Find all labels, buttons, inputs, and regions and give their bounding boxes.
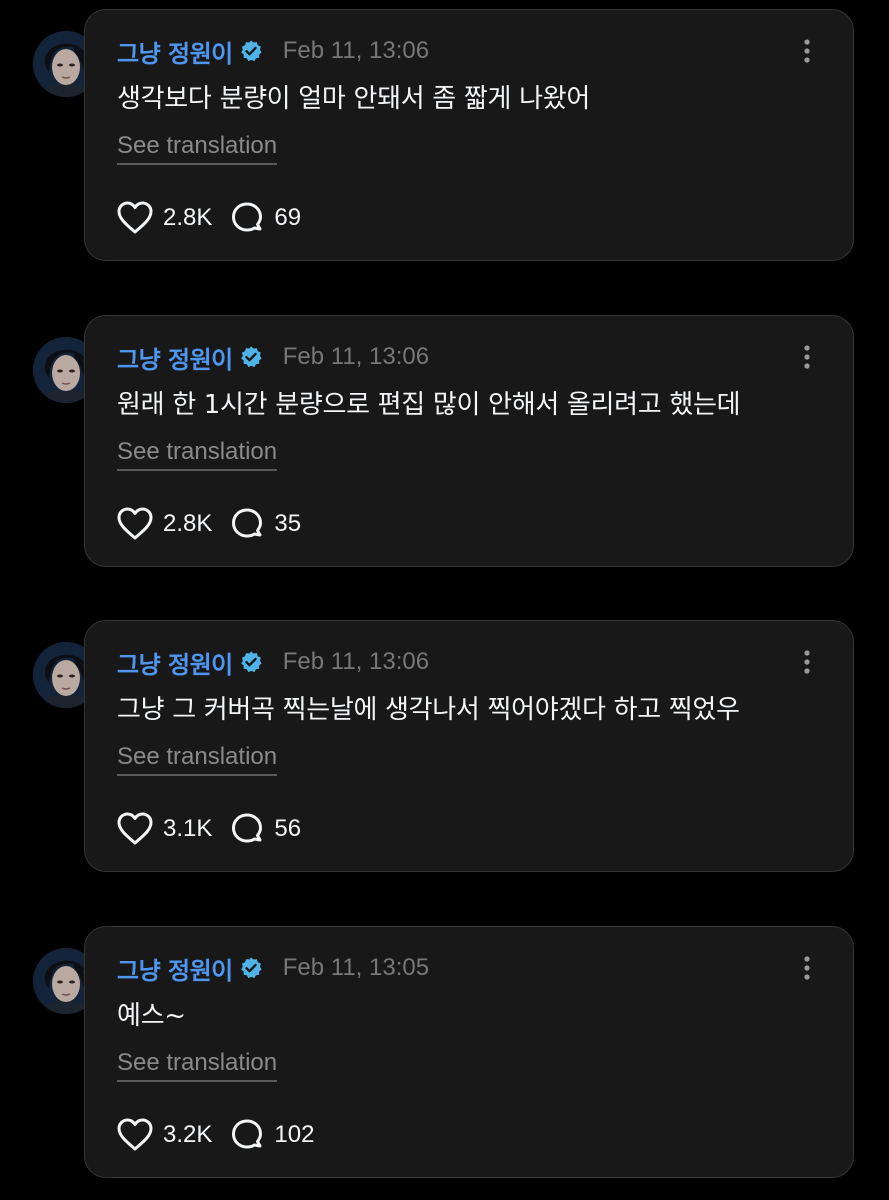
like-button[interactable]: 2.8K (117, 507, 212, 541)
like-count: 2.8K (163, 204, 213, 231)
like-button[interactable]: 2.8K (117, 201, 212, 235)
post-card[interactable]: 그냥 정원이 Feb 11, 13:06 그냥 그 커버곡 찍는날에 생각나서 … (84, 620, 854, 872)
see-translation-link[interactable]: See translation (117, 1049, 278, 1082)
post-actions: 2.8K 69 (117, 200, 301, 236)
see-translation-link[interactable]: See translation (117, 132, 278, 165)
username[interactable]: 그냥 정원이 (117, 340, 233, 375)
post-card[interactable]: 그냥 정원이 Feb 11, 13:05 예스~ See translation… (84, 926, 854, 1178)
speech-bubble-icon (232, 813, 263, 843)
post-card[interactable]: 그냥 정원이 Feb 11, 13:06 생각보다 분량이 얼마 안돼서 좀 짧… (84, 9, 854, 261)
heart-icon (117, 1118, 153, 1151)
see-translation-link[interactable]: See translation (117, 438, 278, 471)
post-timestamp: Feb 11, 13:06 (282, 343, 430, 370)
heart-icon (117, 201, 153, 234)
verified-badge-icon (239, 39, 263, 63)
speech-bubble-icon (232, 202, 263, 232)
like-button[interactable]: 3.1K (117, 812, 212, 846)
post-text: 예스~ (117, 1001, 186, 1031)
reply-button[interactable]: 69 (230, 201, 301, 235)
username[interactable]: 그냥 정원이 (117, 34, 233, 69)
like-count: 3.2K (163, 1121, 213, 1148)
reply-button[interactable]: 56 (230, 812, 301, 846)
post-actions: 3.1K 56 (117, 811, 301, 847)
reply-count: 35 (274, 510, 302, 537)
username[interactable]: 그냥 정원이 (117, 951, 233, 986)
more-options-button[interactable] (795, 647, 819, 677)
post-header: 그냥 정원이 Feb 11, 13:06 (117, 34, 429, 68)
reply-count: 69 (274, 204, 302, 231)
reply-count: 102 (274, 1121, 315, 1148)
more-vertical-icon (804, 345, 810, 369)
more-options-button[interactable] (795, 342, 819, 372)
verified-badge-icon (239, 650, 263, 674)
like-count: 2.8K (163, 510, 213, 537)
more-vertical-icon (804, 956, 810, 980)
like-count: 3.1K (163, 815, 213, 842)
more-vertical-icon (804, 650, 810, 674)
more-options-button[interactable] (795, 36, 819, 66)
post-text: 생각보다 분량이 얼마 안돼서 좀 짧게 나왔어 (117, 84, 590, 114)
post-text: 그냥 그 커버곡 찍는날에 생각나서 찍어야겠다 하고 찍었우 (117, 695, 740, 725)
more-options-button[interactable] (795, 953, 819, 983)
reply-button[interactable]: 102 (230, 1118, 314, 1152)
verified-badge-icon (239, 345, 263, 369)
verified-badge-icon (239, 956, 263, 980)
post-actions: 3.2K 102 (117, 1117, 314, 1153)
post-header: 그냥 정원이 Feb 11, 13:05 (117, 951, 429, 985)
post-timestamp: Feb 11, 13:06 (282, 648, 430, 675)
like-button[interactable]: 3.2K (117, 1118, 212, 1152)
post-card[interactable]: 그냥 정원이 Feb 11, 13:06 원래 한 1시간 분량으로 편집 많이… (84, 315, 854, 567)
post-actions: 2.8K 35 (117, 506, 301, 542)
see-translation-link[interactable]: See translation (117, 743, 278, 776)
post-header: 그냥 정원이 Feb 11, 13:06 (117, 340, 429, 374)
more-vertical-icon (804, 39, 810, 63)
username[interactable]: 그냥 정원이 (117, 645, 233, 680)
reply-button[interactable]: 35 (230, 507, 301, 541)
heart-icon (117, 812, 153, 845)
heart-icon (117, 507, 153, 540)
speech-bubble-icon (232, 1119, 263, 1149)
post-timestamp: Feb 11, 13:05 (282, 954, 430, 981)
post-header: 그냥 정원이 Feb 11, 13:06 (117, 645, 429, 679)
post-text: 원래 한 1시간 분량으로 편집 많이 안해서 올리려고 했는데 (117, 390, 741, 420)
speech-bubble-icon (232, 508, 263, 538)
reply-count: 56 (274, 815, 302, 842)
post-timestamp: Feb 11, 13:06 (282, 37, 430, 64)
